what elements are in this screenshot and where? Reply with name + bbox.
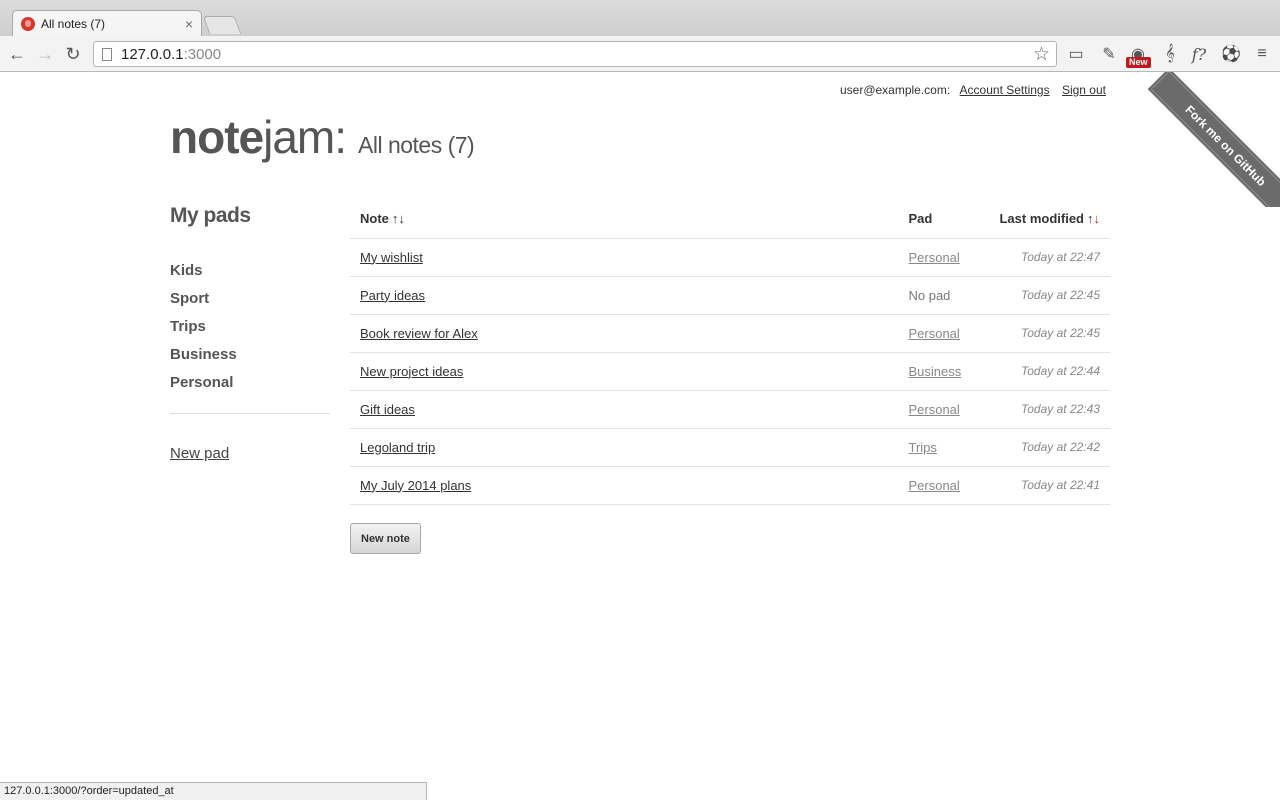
- note-cell: Gift ideas: [350, 390, 899, 429]
- modified-header-label: Last modified: [999, 211, 1084, 227]
- extension-reader-icon[interactable]: ▭: [1065, 43, 1087, 65]
- status-bar: 127.0.0.1:3000/?order=updated_at: [0, 782, 427, 800]
- browser-tab[interactable]: All notes (7) ×: [12, 10, 202, 36]
- pad-link[interactable]: Personal: [908, 478, 959, 493]
- pad-link[interactable]: Personal: [908, 326, 959, 341]
- note-link[interactable]: Book review for Alex: [360, 326, 478, 341]
- pad-label: No pad: [908, 287, 951, 303]
- chrome-menu-icon[interactable]: ≡: [1251, 43, 1273, 65]
- note-cell: New project ideas: [350, 352, 899, 391]
- pad-cell: Personal: [898, 466, 990, 505]
- extension-ball-icon[interactable]: ⚽: [1220, 43, 1242, 65]
- sidebar-item-business[interactable]: Business: [170, 345, 330, 373]
- table-row: Legoland trip Trips Today at 22:42: [350, 428, 1110, 467]
- column-header-modified: Last modified ↑↓: [989, 200, 1110, 239]
- extension-eyedropper-icon[interactable]: ✎: [1098, 43, 1120, 65]
- extension-music-icon[interactable]: 𝄞: [1159, 43, 1181, 65]
- tab-close-icon[interactable]: ×: [185, 16, 193, 32]
- column-header-pad: Pad: [898, 200, 990, 239]
- modified-cell: Today at 22:44: [989, 352, 1110, 391]
- sidebar-item-sport[interactable]: Sport: [170, 289, 330, 317]
- sort-modified-arrows[interactable]: ↑↓: [1087, 211, 1100, 226]
- fork-on-github-ribbon[interactable]: Fork me on GitHub: [1147, 72, 1280, 207]
- extension-new-badge: New: [1126, 57, 1151, 68]
- pad-cell: Trips: [898, 428, 990, 467]
- favicon-icon: [21, 16, 35, 31]
- note-cell: My wishlist: [350, 238, 899, 277]
- table-row: Book review for Alex Personal Today at 22:…: [350, 314, 1110, 353]
- sort-down-arrow-active[interactable]: ↓: [1094, 211, 1101, 226]
- pad-cell: Personal: [898, 238, 990, 277]
- user-email: user@example.com:: [839, 83, 951, 97]
- sidebar-item-trips[interactable]: Trips: [170, 317, 330, 345]
- note-link[interactable]: Gift ideas: [360, 402, 415, 417]
- pad-link[interactable]: Personal: [908, 402, 959, 417]
- note-link[interactable]: New project ideas: [360, 364, 463, 379]
- tab-title: All notes (7): [41, 16, 106, 31]
- note-link[interactable]: My July 2014 plans: [360, 478, 471, 493]
- logo-jam: jam:: [263, 111, 347, 163]
- modified-cell: Today at 22:42: [989, 428, 1110, 467]
- browser-toolbar: ← → ↻ 127.0.0.1:3000 ☆ ▭ ✎ ◉ 𝄞 f? ⚽ ≡: [0, 36, 1280, 72]
- tab-strip: All notes (7) ×: [0, 0, 1280, 36]
- sidebar-item-kids[interactable]: Kids: [170, 261, 330, 289]
- url-port: :3000: [183, 45, 222, 63]
- new-tab-button[interactable]: [202, 16, 242, 34]
- note-link[interactable]: Party ideas: [360, 288, 425, 303]
- note-header-label: Note: [360, 211, 389, 227]
- table-header-row: Note ↑↓ Pad Last modified ↑↓: [350, 200, 1110, 239]
- note-link[interactable]: My wishlist: [360, 250, 423, 265]
- sidebar-title: My pads: [170, 204, 251, 227]
- modified-cell: Today at 22:45: [989, 276, 1110, 315]
- url-host: 127.0.0.1: [121, 45, 184, 63]
- table-row: Party ideas No pad Today at 22:45: [350, 276, 1110, 315]
- logo-note: note: [170, 111, 264, 163]
- logo[interactable]: notejam:: [170, 110, 347, 164]
- extension-function-icon[interactable]: f?: [1188, 43, 1210, 65]
- modified-cell: Today at 22:45: [989, 314, 1110, 353]
- page-icon: [102, 47, 112, 61]
- notes-table: Note ↑↓ Pad Last modified ↑↓ My wishlist Pe…: [350, 200, 1110, 505]
- forward-icon[interactable]: →: [33, 42, 57, 66]
- new-note-button[interactable]: New note: [350, 523, 421, 554]
- modified-cell: Today at 22:43: [989, 390, 1110, 429]
- note-cell: Book review for Alex: [350, 314, 899, 353]
- pad-cell: Personal: [898, 390, 990, 429]
- note-cell: Legoland trip: [350, 428, 899, 467]
- table-row: My July 2014 plans Personal Today at 22:41: [350, 466, 1110, 505]
- table-row: New project ideas Business Today at 22:44: [350, 352, 1110, 391]
- modified-cell: Today at 22:47: [989, 238, 1110, 277]
- column-header-note: Note ↑↓: [350, 200, 899, 239]
- new-pad-link[interactable]: New pad: [170, 445, 330, 462]
- sidebar-divider: [170, 413, 330, 414]
- note-link[interactable]: Legoland trip: [360, 440, 435, 455]
- note-cell: My July 2014 plans: [350, 466, 899, 505]
- page-title: All notes (7): [358, 132, 475, 158]
- sign-out-link[interactable]: Sign out: [1062, 83, 1106, 97]
- notes-table-body: My wishlist Personal Today at 22:47 Party i…: [350, 238, 1110, 505]
- back-icon[interactable]: ←: [5, 42, 29, 66]
- sidebar-item-personal[interactable]: Personal: [170, 373, 330, 401]
- github-ribbon-container: Fork me on GitHub: [1145, 72, 1280, 207]
- pad-cell: Business: [898, 352, 990, 391]
- account-settings-link[interactable]: Account Settings: [960, 83, 1050, 97]
- pad-link[interactable]: Trips: [908, 440, 936, 455]
- pad-list: Kids Sport Trips Business Personal: [170, 261, 330, 401]
- address-bar[interactable]: 127.0.0.1:3000 ☆: [93, 41, 1057, 67]
- table-row: My wishlist Personal Today at 22:47: [350, 238, 1110, 277]
- pad-cell: No pad: [898, 276, 990, 315]
- sidebar: My pads Kids Sport Trips Business Person…: [170, 204, 330, 462]
- pad-link[interactable]: Personal: [908, 250, 959, 265]
- reload-icon[interactable]: ↻: [61, 42, 85, 66]
- bookmark-star-icon[interactable]: ☆: [1033, 43, 1050, 66]
- table-row: Gift ideas Personal Today at 22:43: [350, 390, 1110, 429]
- sort-note-arrows[interactable]: ↑↓: [392, 211, 405, 226]
- pad-cell: Personal: [898, 314, 990, 353]
- pad-link[interactable]: Business: [908, 364, 961, 379]
- user-bar: user@example.com: Account Settings Sign …: [840, 83, 1106, 97]
- modified-cell: Today at 22:41: [989, 466, 1110, 505]
- note-cell: Party ideas: [350, 276, 899, 315]
